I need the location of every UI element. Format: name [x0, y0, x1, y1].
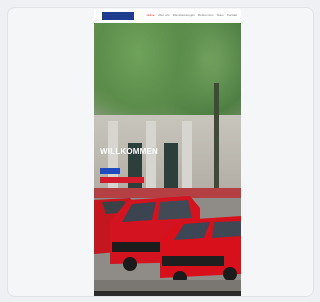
menu-item-about[interactable]: Über uns [158, 13, 170, 18]
van-front-side-window [212, 221, 241, 238]
menu-item-home[interactable]: Home [147, 13, 155, 18]
company-logo[interactable] [102, 12, 134, 20]
vans-top-band [94, 188, 241, 198]
van-middle-wheel [123, 257, 137, 271]
building-pillar [182, 121, 192, 188]
menu-item-services[interactable]: Dienstleistungen [173, 13, 195, 18]
main-menu: Home Über uns Dienstleistungen Referenze… [147, 13, 237, 18]
tree-trunk [214, 83, 219, 188]
menu-item-team[interactable]: Team [216, 13, 223, 18]
hero-secondary-button[interactable] [100, 177, 144, 183]
screenshot-card: Home Über uns Dienstleistungen Referenze… [7, 7, 314, 297]
website-preview[interactable]: Home Über uns Dienstleistungen Referenze… [94, 9, 241, 296]
van-front-wheel [223, 267, 237, 281]
site-footer [94, 291, 241, 296]
hero-primary-button[interactable] [100, 168, 120, 174]
hero-title: WILLKOMMEN [100, 147, 158, 156]
building-door [164, 143, 178, 188]
menu-item-contact[interactable]: Kontakt [227, 13, 237, 18]
vans-photo [94, 188, 241, 296]
top-nav: Home Über uns Dienstleistungen Referenze… [94, 9, 241, 23]
van-middle-side-window [158, 200, 192, 220]
van-front-bumper [162, 256, 224, 266]
menu-item-references[interactable]: Referenzen [198, 13, 214, 18]
hero-banner: WILLKOMMEN [94, 23, 241, 188]
